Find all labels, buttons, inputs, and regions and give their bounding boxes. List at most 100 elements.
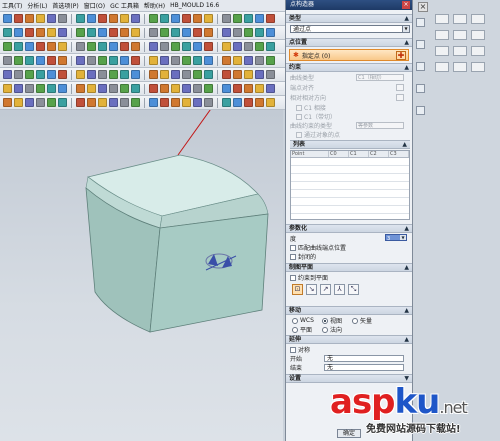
toolbar-button-icon[interactable] [193,56,202,65]
toolbar-tile[interactable] [435,30,449,40]
toolbar-button-icon[interactable] [76,14,85,23]
toolbar-button-icon[interactable] [131,70,140,79]
section-move[interactable]: 移动 ▲ [286,306,412,315]
section-extend[interactable]: 延伸 ▲ [286,335,412,344]
toolbar-button-icon[interactable] [58,98,67,107]
section-type[interactable]: 类型 ▲ [286,14,412,23]
toolbar-button-icon[interactable] [266,28,275,37]
toolbar-button-icon[interactable] [87,14,96,23]
toolbar-button-icon[interactable] [58,84,67,93]
toolbar-button-icon[interactable] [58,28,67,37]
toolbar-button-icon[interactable] [255,14,264,23]
toolbar-button-icon[interactable] [98,14,107,23]
toolbar-tile[interactable] [453,46,467,56]
toolbar-button-icon[interactable] [131,14,140,23]
toolbar-button-icon[interactable] [149,70,158,79]
toolbar-button-icon[interactable] [171,84,180,93]
toolbar-button-icon[interactable] [14,28,23,37]
toolbar-button-icon[interactable] [255,42,264,51]
toolbar-tile[interactable] [471,14,485,24]
toolbar-button-icon[interactable] [47,14,56,23]
toolbar-button-icon[interactable] [244,14,253,23]
toolbar-button-icon[interactable] [204,70,213,79]
toolbar-button-icon[interactable] [76,98,85,107]
move-view-radio[interactable] [322,317,328,324]
plane-xy-icon[interactable]: ↘ [306,284,317,295]
menu-help[interactable]: 帮助(H) [144,1,165,10]
section-constraints[interactable]: 约束 ▲ [286,63,412,72]
end-select[interactable]: 无 [324,364,404,371]
section-parameterization[interactable]: 参数化 ▲ [286,224,412,233]
move-normal-radio[interactable] [322,326,328,333]
toolbar-button-icon[interactable] [204,56,213,65]
menu-analysis[interactable]: 分析(L) [27,1,47,10]
toolbar-button-icon[interactable] [87,70,96,79]
toolbar-button-icon[interactable] [244,84,253,93]
toolbar-button-icon[interactable] [58,42,67,51]
toolbar-button-icon[interactable] [160,42,169,51]
toolbar-button-icon[interactable] [233,28,242,37]
toolbar-button-icon[interactable] [171,70,180,79]
toolbar-button-icon[interactable] [222,70,231,79]
toolbar-button-icon[interactable] [182,84,191,93]
toolbar-button-icon[interactable] [182,42,191,51]
toolbar-button-icon[interactable] [244,98,253,107]
toolbar-button-icon[interactable] [76,56,85,65]
toolbar-button-icon[interactable] [14,56,23,65]
toolbar-button-icon[interactable] [36,28,45,37]
toolbar-button-icon[interactable] [171,98,180,107]
toolbar-button-icon[interactable] [14,14,23,23]
toolbar-button-icon[interactable] [87,98,96,107]
toolbar-button-icon[interactable] [222,84,231,93]
closed-checkbox[interactable] [290,253,296,260]
toolbar-tile[interactable] [453,14,467,24]
toolbar-button-icon[interactable] [109,84,118,93]
specify-point-row[interactable]: ✱ 指定点 (0) ✚ [289,49,409,61]
menu-window[interactable]: 窗口(O) [84,1,105,10]
toolbar-tile[interactable] [435,46,449,56]
toolbar-button-icon[interactable] [87,28,96,37]
toolbar-button-icon[interactable] [160,14,169,23]
toolbar-button-icon[interactable] [233,84,242,93]
toolbar-button-icon[interactable] [36,42,45,51]
toolbar-tile[interactable] [471,62,485,72]
degree-spinner[interactable]: 3 ▼ [385,234,407,242]
toolbar-button-icon[interactable] [25,42,34,51]
toolbar-button-icon[interactable] [160,28,169,37]
toolbar-button-icon[interactable] [160,98,169,107]
match-endpoints-checkbox[interactable] [290,244,296,251]
toolbar-tile[interactable] [453,62,467,72]
toolbar-button-icon[interactable] [204,42,213,51]
toolbar-button-icon[interactable] [109,28,118,37]
toolbar-button-icon[interactable] [87,42,96,51]
toolbar-button-icon[interactable] [131,42,140,51]
toolbar-button-icon[interactable] [120,28,129,37]
toolbar-button-icon[interactable] [131,56,140,65]
toolbar-button-icon[interactable] [255,28,264,37]
toolbar-button-icon[interactable] [204,28,213,37]
move-wcs-radio[interactable] [292,317,298,324]
resource-btn-5[interactable] [416,106,425,115]
toolbar-button-icon[interactable] [76,70,85,79]
type-select[interactable]: 通过点 ▼ [290,25,410,33]
toolbar-button-icon[interactable] [244,28,253,37]
toolbar-button-icon[interactable] [149,84,158,93]
toolbar-button-icon[interactable] [204,84,213,93]
section-point-location[interactable]: 点位置 ▲ [286,38,412,47]
toolbar-button-icon[interactable] [47,56,56,65]
plane-zx-icon[interactable]: ⅄ [334,284,345,295]
start-select[interactable]: 无 [324,355,404,362]
resource-btn-4[interactable] [416,84,425,93]
toolbar-button-icon[interactable] [47,42,56,51]
toolbar-button-icon[interactable] [149,98,158,107]
toolbar-button-icon[interactable] [193,28,202,37]
toolbar-button-icon[interactable] [3,84,12,93]
toolbar-button-icon[interactable] [182,70,191,79]
plane-yz-icon[interactable]: ↗ [320,284,331,295]
toolbar-button-icon[interactable] [266,84,275,93]
toolbar-button-icon[interactable] [98,42,107,51]
toolbar-button-icon[interactable] [233,42,242,51]
toolbar-button-icon[interactable] [36,84,45,93]
toolbar-button-icon[interactable] [58,70,67,79]
toolbar-button-icon[interactable] [109,56,118,65]
